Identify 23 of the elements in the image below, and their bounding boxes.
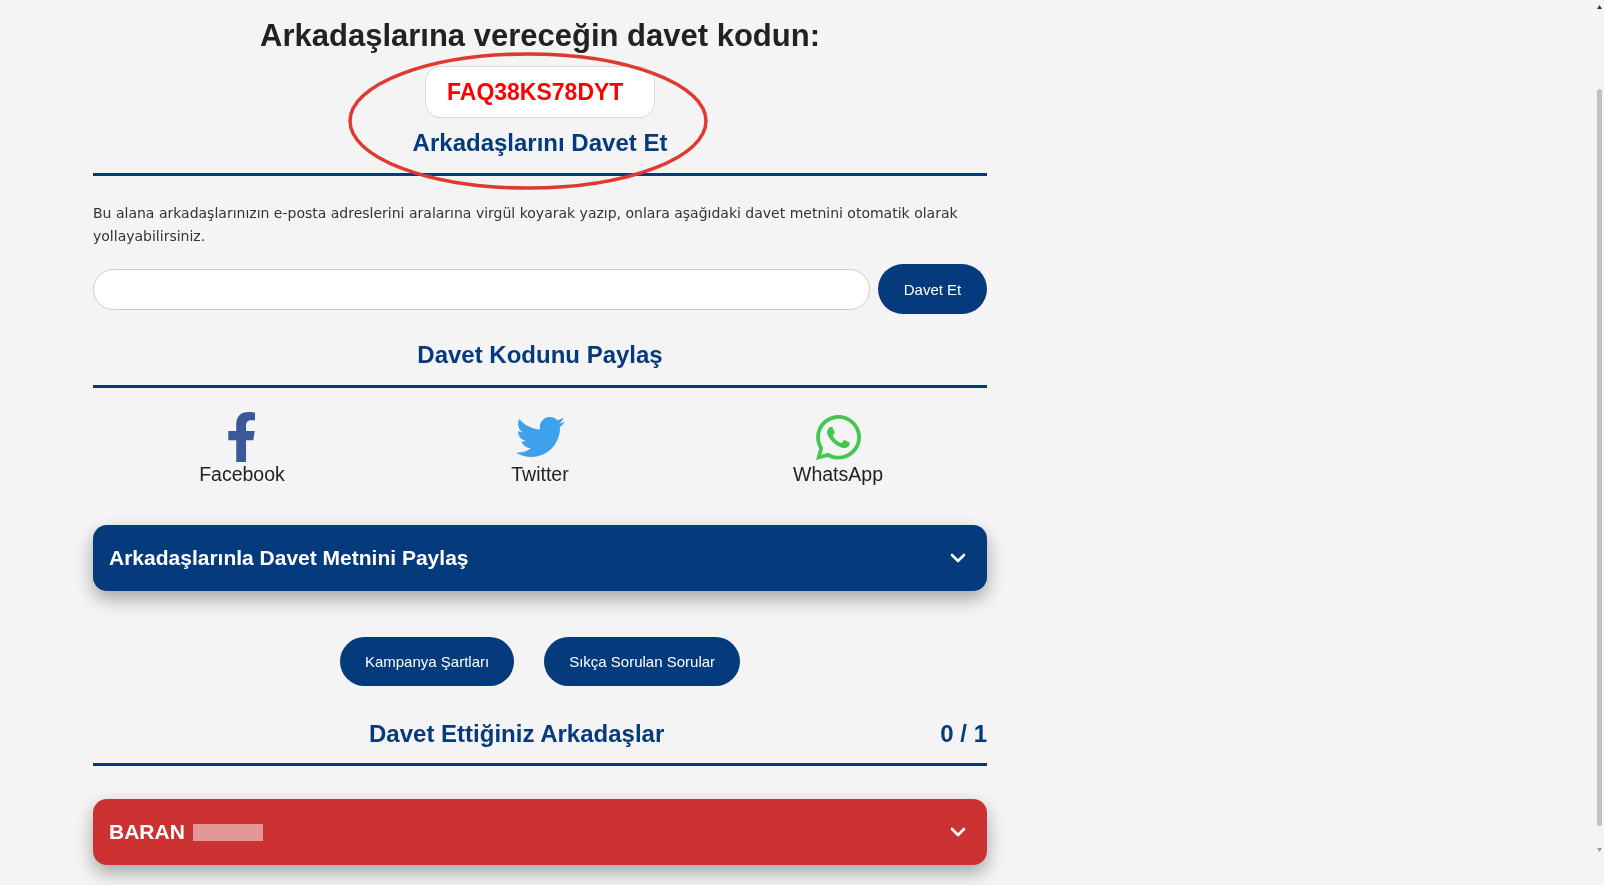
- instruction-text: Bu alana arkadaşlarınızın e-posta adreslerini aralarına virgül koyarak yazıp, onlara aşağıdaki davet metnini otomatik olarak yollayabilirsiniz.: [93, 204, 959, 246]
- scroll-up-icon[interactable]: [1597, 5, 1602, 9]
- link-button[interactable]: Sıkça Sorulan Sorular: [544, 637, 741, 686]
- friend-accordion-header[interactable]: BARAN: [93, 799, 987, 865]
- share-link[interactable]: Facebook: [199, 412, 285, 486]
- share-link[interactable]: Twitter: [511, 412, 569, 486]
- page-heading: Arkadaşlarına vereceğin davet kodun:: [259, 17, 821, 55]
- section-heading: Davet Kodunu Paylaş: [416, 340, 664, 370]
- link-button[interactable]: Kampanya Şartları: [339, 637, 515, 686]
- invite-code: FAQ38KS78DYT: [425, 66, 655, 118]
- accordion-header[interactable]: Arkadaşlarınla Davet Metnini Paylaş: [93, 525, 987, 591]
- scroll-down-icon[interactable]: [1597, 848, 1602, 852]
- invite-button[interactable]: Davet Et: [878, 264, 987, 314]
- twitter-icon: [515, 417, 565, 457]
- section-heading: Arkadaşlarını Davet Et: [411, 128, 669, 158]
- section-heading: Davet Ettiğiniz Arkadaşlar: [368, 719, 666, 749]
- whatsapp-icon: [815, 414, 861, 460]
- scrollbar-thumb[interactable]: [1597, 89, 1602, 826]
- share-link[interactable]: WhatsApp: [793, 412, 883, 486]
- email-field[interactable]: [93, 268, 870, 310]
- friend-name: BARAN: [109, 820, 185, 844]
- invite-count: 0 / 1: [940, 719, 987, 749]
- facebook-icon: [228, 412, 256, 462]
